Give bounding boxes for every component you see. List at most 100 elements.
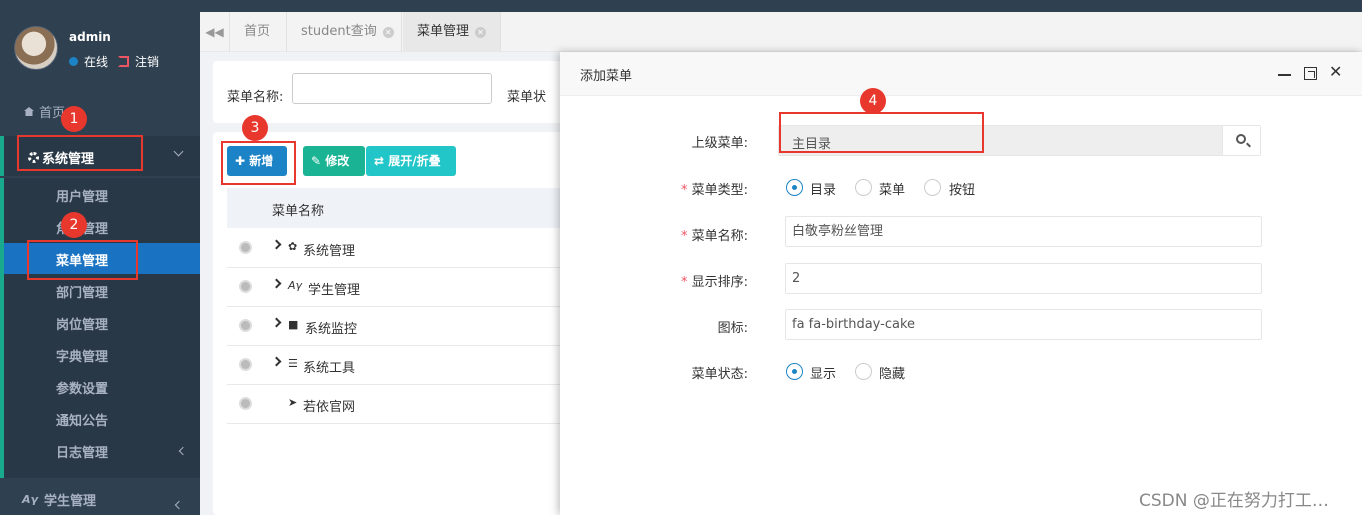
sidebar-item-users[interactable]: 用户管理 [56,186,108,205]
tab-label: 菜单管理 [417,24,470,39]
tab-menu[interactable]: 菜单管理 ✕ [403,12,501,52]
close-icon[interactable]: ✕ [382,26,394,38]
icon-label: 图标: [717,321,748,336]
close-icon[interactable]: ✕ [1329,63,1342,81]
status-option-label: 显示 [810,367,837,382]
sidebar-item-notice[interactable]: 通知公告 [56,410,108,429]
tab-label: 首页 [244,24,271,39]
maximize-icon[interactable] [1304,67,1317,80]
chevron-right-icon[interactable] [271,356,282,367]
menu-name-label: * 菜单名称: [680,229,748,244]
type-radio-menu[interactable] [855,179,872,196]
minimize-icon[interactable] [1278,74,1291,76]
menu-name-input[interactable]: 白敬亭粉丝管理 [785,216,1262,247]
button-label: 展开/折叠 [388,154,441,168]
type-option-label: 菜单 [879,183,906,198]
student-icon: Aγ [288,279,303,292]
annotation-box-2 [27,240,138,280]
sidebar-item-dict[interactable]: 字典管理 [56,346,108,365]
status-option-label: 隐藏 [879,367,906,382]
annotation-badge-2: 2 [61,212,87,238]
sidebar-item-posts[interactable]: 岗位管理 [56,314,108,333]
row-radio[interactable] [239,319,252,332]
user-status: 在线 注销 [69,53,159,70]
home-icon [24,107,34,116]
user-panel: admin 在线 注销 [0,12,200,84]
sidebar-item-label: 学生管理 [44,494,97,509]
icon-input[interactable]: fa fa-birthday-cake [785,309,1262,340]
bars-icon: ☰ [288,357,298,370]
menu-type-label: * 菜单类型: [680,183,748,198]
parent-menu-label: 上级菜单: [691,136,748,151]
row-label: 系统监控 [305,322,358,337]
expand-collapse-button[interactable]: ⇄ 展开/折叠 [366,146,456,176]
display-order-input[interactable]: 2 [785,263,1262,294]
menu-name-search-input[interactable] [292,73,492,104]
label-text: 菜单类型: [691,183,748,198]
type-radio-directory[interactable] [786,179,803,196]
row-label: 若依官网 [303,400,356,415]
online-dot-icon [69,57,78,66]
system-submenu: 用户管理 角色管理 菜单管理 部门管理 岗位管理 字典管理 参数设置 通知公告 … [0,178,200,478]
modal-header: 添加菜单 ✕ [560,52,1362,96]
exchange-icon: ⇄ [374,154,385,168]
row-radio[interactable] [239,241,252,254]
type-radio-button[interactable] [924,179,941,196]
location-arrow-icon: ➤ [288,396,298,409]
status-radio-show[interactable] [786,363,803,380]
button-label: 修改 [325,154,350,168]
chevron-down-icon [173,146,184,157]
annotation-box-1 [17,135,143,171]
parent-menu-search-button[interactable] [1222,126,1260,155]
student-icon: Aγ [22,493,39,506]
top-bar [0,0,1362,12]
chevron-left-icon [174,500,184,510]
menu-status-label: 菜单状态: [691,367,748,382]
type-option-label: 目录 [810,183,837,198]
type-option-label: 按钮 [949,183,976,198]
annotation-badge-3: 3 [242,115,268,141]
column-header-menu-name: 菜单名称 [272,204,325,219]
avatar[interactable] [14,26,58,70]
edit-icon: ✎ [311,154,322,168]
annotation-badge-4: 4 [860,88,886,114]
modal-title: 添加菜单 [580,69,633,84]
label-text: 菜单名称: [691,229,748,244]
chevron-right-icon[interactable] [271,239,282,250]
search-name-label: 菜单名称: [227,90,284,105]
chevron-left-icon [178,446,188,456]
annotation-badge-1: 1 [61,106,87,132]
watermark: CSDN @正在努力打工… [1139,491,1329,511]
close-icon[interactable]: ✕ [475,26,487,38]
edit-button[interactable]: ✎ 修改 [303,146,365,176]
video-icon: ■ [288,318,299,331]
search-icon [1236,134,1246,144]
gear-icon: ✿ [288,240,298,253]
sidebar-item-logs[interactable]: 日志管理 [56,442,108,461]
row-radio[interactable] [239,280,252,293]
row-label: 系统管理 [303,244,356,259]
row-label: 系统工具 [303,361,356,376]
sidebar-item-config[interactable]: 参数设置 [56,378,108,397]
user-name: admin [69,30,111,44]
status-radio-hide[interactable] [855,363,872,380]
sidebar-item-depts[interactable]: 部门管理 [56,282,108,301]
label-text: 显示排序: [691,275,748,290]
online-label: 在线 [84,55,109,69]
chevron-right-icon[interactable] [271,317,282,328]
annotation-box-3 [221,141,296,185]
sidebar-item-student[interactable]: Aγ 学生管理 [22,490,96,509]
row-label: 学生管理 [308,283,361,298]
tab-scroll-left-icon[interactable]: ◀◀ [200,12,230,52]
tab-label: student查询 [301,24,377,39]
row-radio[interactable] [239,397,252,410]
tab-bar: ◀◀ 首页 student查询 ✕ 菜单管理 ✕ [200,12,1362,52]
chevron-right-icon[interactable] [271,278,282,289]
tab-student[interactable]: student查询 ✕ [288,12,402,52]
sidebar-item-home[interactable]: 首页 [24,102,65,121]
logout-icon[interactable] [118,56,130,67]
search-status-label: 菜单状 [507,90,547,105]
logout-link[interactable]: 注销 [135,53,159,70]
tab-home[interactable]: 首页 [231,12,287,52]
row-radio[interactable] [239,358,252,371]
